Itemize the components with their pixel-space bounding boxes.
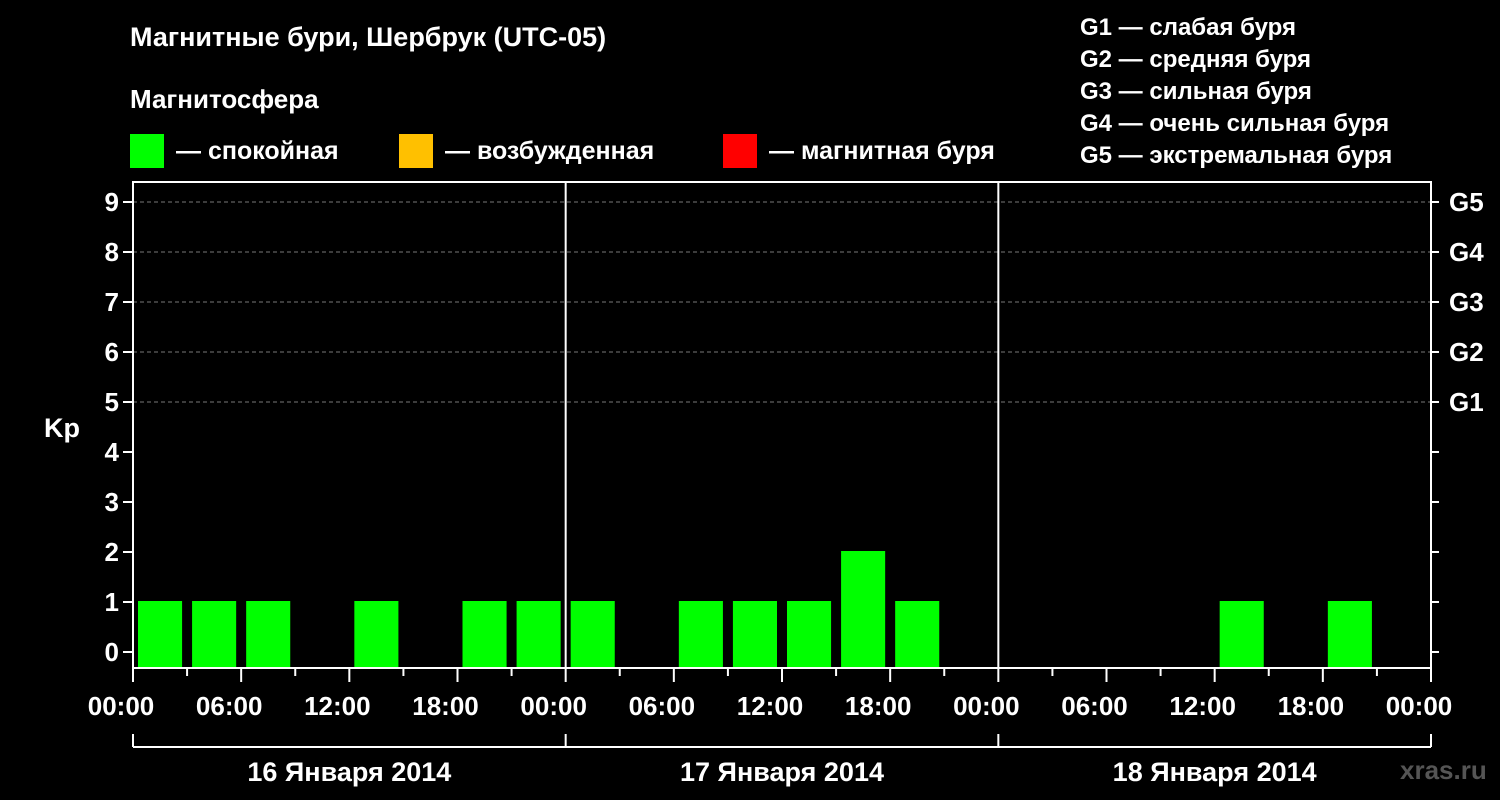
g-scale-label: G1	[1449, 387, 1484, 417]
y-tick-label: 5	[105, 387, 119, 417]
watermark: xras.ru	[1400, 755, 1487, 785]
kp-bar	[1327, 601, 1372, 668]
g-scale-label: G2	[1449, 337, 1484, 367]
y-tick-label: 7	[105, 287, 119, 317]
kp-bar	[246, 601, 291, 668]
y-tick-label: 8	[105, 237, 119, 267]
y-tick-label: 6	[105, 337, 119, 367]
kp-bar	[841, 551, 886, 668]
x-tick-label: 06:00	[629, 691, 696, 721]
g-scale-label: G5	[1449, 187, 1484, 217]
x-tick-label: 12:00	[304, 691, 371, 721]
kp-bar	[192, 601, 237, 668]
x-tick-label: 18:00	[845, 691, 912, 721]
kp-bar	[732, 601, 777, 668]
x-tick-label: 00:00	[1386, 691, 1453, 721]
kp-bar	[516, 601, 561, 668]
y-axis-label: Kp	[44, 413, 80, 443]
y-tick-label: 2	[105, 537, 119, 567]
kp-bar	[1219, 601, 1264, 668]
y-tick-label: 4	[105, 437, 120, 467]
kp-bar	[895, 601, 940, 668]
kp-chart: 0 1 2 3 4 5 6 7 8 9 Kp G1 G2 G3 G4 G5 00:00 06:00 12:00 18:…	[44, 181, 1484, 787]
kp-bar	[570, 601, 615, 668]
x-tick-label: 00:00	[88, 691, 155, 721]
x-tick-label: 00:00	[520, 691, 587, 721]
y-tick-label: 1	[105, 587, 119, 617]
y-tick-label: 0	[105, 637, 119, 667]
kp-bar	[678, 601, 723, 668]
plot-frame	[132, 181, 1432, 669]
kp-bar	[462, 601, 507, 668]
kp-bar	[354, 601, 399, 668]
x-tick-label: 12:00	[737, 691, 804, 721]
kp-bar	[787, 601, 832, 668]
day-label: 16 Января 2014	[247, 757, 451, 787]
x-tick-label: 12:00	[1169, 691, 1236, 721]
x-tick-label: 00:00	[953, 691, 1020, 721]
g-scale-label: G4	[1449, 237, 1484, 267]
x-tick-label: 06:00	[196, 691, 263, 721]
kp-bar	[138, 601, 183, 668]
x-tick-label: 18:00	[412, 691, 479, 721]
day-label: 17 Января 2014	[680, 757, 884, 787]
y-tick-label: 3	[105, 487, 119, 517]
x-tick-label: 06:00	[1061, 691, 1128, 721]
day-label: 18 Января 2014	[1113, 757, 1317, 787]
g-scale-label: G3	[1449, 287, 1484, 317]
x-tick-label: 18:00	[1278, 691, 1345, 721]
y-tick-label: 9	[105, 187, 119, 217]
